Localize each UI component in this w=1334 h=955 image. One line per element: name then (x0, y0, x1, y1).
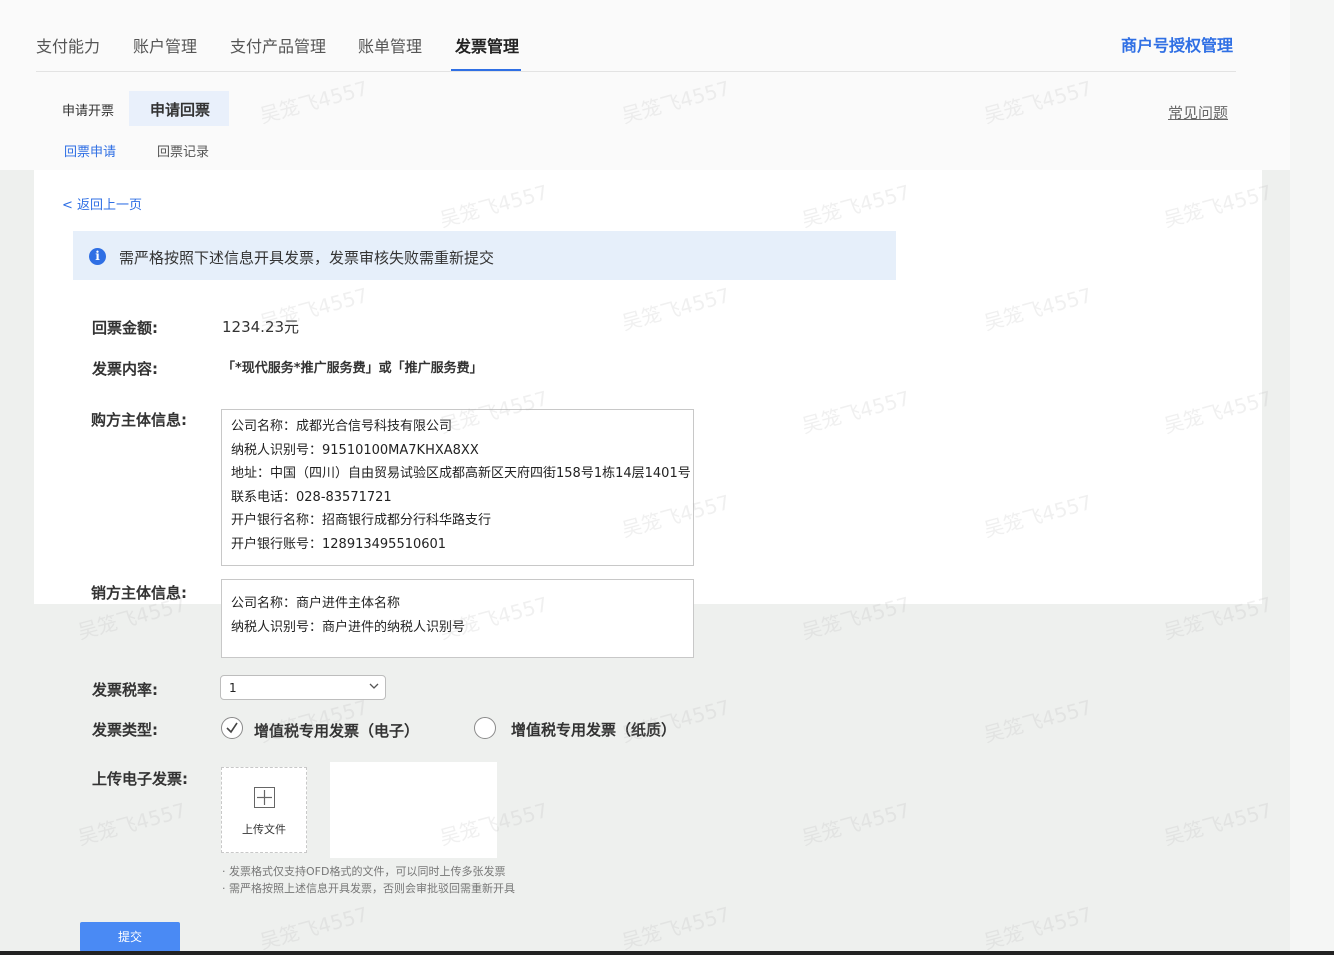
subtab-apply-invoice[interactable]: 申请开票 (62, 100, 114, 119)
tax-rate-label: 发票税率: (92, 681, 158, 699)
bottom-bar (0, 951, 1334, 955)
watermark: 吴笼飞4557 (619, 902, 733, 954)
watermark: 吴笼飞4557 (799, 798, 913, 850)
upload-file-label: 上传文件 (242, 823, 286, 836)
amount-value: 1234.23元 (222, 318, 300, 336)
seller-tax-id: 纳税人识别号：商户进件的纳税人识别号 (231, 619, 466, 635)
upload-file-button[interactable]: 上传文件 (221, 767, 307, 853)
buyer-bank-name: 开户银行名称：招商银行成都分行科华路支行 (231, 513, 492, 528)
tax-rate-value: 1 (229, 681, 237, 695)
tab-account-management[interactable]: 账户管理 (133, 33, 197, 57)
info-icon: i (89, 248, 106, 265)
seller-company-name: 公司名称：商户进件主体名称 (231, 596, 401, 611)
content-label: 发票内容: (92, 360, 158, 378)
watermark: 吴笼飞4557 (257, 902, 371, 954)
merchant-authorization-link[interactable]: 商户号授权管理 (1121, 32, 1233, 56)
subsub-tab-return-records[interactable]: 回票记录 (157, 141, 209, 160)
plus-icon (254, 787, 275, 808)
subsub-tab-return-application[interactable]: 回票申请 (64, 141, 116, 160)
buyer-info-label: 购方主体信息: (91, 411, 187, 429)
buyer-address: 地址：中国（四川）自由贸易试验区成都高新区天府四街158号1栋14层1401号 (231, 466, 691, 481)
seller-info-box: 公司名称：商户进件主体名称 纳税人识别号：商户进件的纳税人识别号 (221, 579, 694, 658)
buyer-phone: 联系电话：028-83571721 (231, 489, 392, 505)
faq-link[interactable]: 常见问题 (1168, 102, 1228, 123)
tab-bill-management[interactable]: 账单管理 (358, 33, 422, 57)
invoice-type-paper-radio[interactable] (474, 717, 496, 739)
submit-button[interactable]: 提交 (80, 922, 180, 952)
buyer-tax-id: 纳税人识别号：91510100MA7KHXA8XX (231, 442, 479, 458)
nav-divider (36, 71, 1236, 72)
subtab-apply-return-invoice[interactable]: 申请回票 (150, 99, 210, 120)
tab-payment-product-management[interactable]: 支付产品管理 (230, 33, 326, 57)
tax-rate-select[interactable]: 1 (220, 675, 386, 700)
invoice-type-electronic-label[interactable]: 增值税专用发票（电子） (254, 720, 419, 741)
right-gutter (1290, 0, 1334, 955)
seller-info-label: 销方主体信息: (91, 584, 187, 602)
tab-payment-ability[interactable]: 支付能力 (36, 33, 100, 57)
amount-label: 回票金额: (92, 319, 158, 337)
watermark: 吴笼飞4557 (981, 695, 1095, 747)
invoice-type-electronic-radio[interactable] (221, 717, 243, 739)
chevron-down-icon (369, 683, 379, 689)
watermark: 吴笼飞4557 (981, 902, 1095, 954)
upload-label: 上传电子发票: (92, 770, 188, 788)
watermark: 吴笼飞4557 (75, 798, 189, 850)
tab-invoice-management[interactable]: 发票管理 (455, 33, 519, 57)
upload-hint-1: · 发票格式仅支持OFD格式的文件，可以同时上传多张发票 (222, 865, 506, 878)
buyer-info-box: 公司名称：成都光合信号科技有限公司 纳税人识别号：91510100MA7KHXA… (221, 409, 694, 566)
upload-preview-area (330, 762, 497, 858)
checkmark-icon (226, 722, 238, 734)
invoice-type-label: 发票类型: (92, 721, 158, 739)
invoice-type-paper-label[interactable]: 增值税专用发票（纸质） (511, 719, 676, 740)
buyer-company-name: 公司名称：成都光合信号科技有限公司 (231, 419, 453, 434)
notice-text: 需严格按照下述信息开具发票，发票审核失败需重新提交 (119, 249, 495, 267)
back-link[interactable]: < 返回上一页 (62, 194, 142, 213)
upload-hint-2: · 需严格按照上述信息开具发票，否则会审批驳回需重新开具 (222, 882, 515, 895)
content-value: 「*现代服务*推广服务费」或「推广服务费」 (222, 361, 483, 376)
watermark: 吴笼飞4557 (1161, 798, 1275, 850)
buyer-bank-account: 开户银行账号：128913495510601 (231, 536, 447, 552)
